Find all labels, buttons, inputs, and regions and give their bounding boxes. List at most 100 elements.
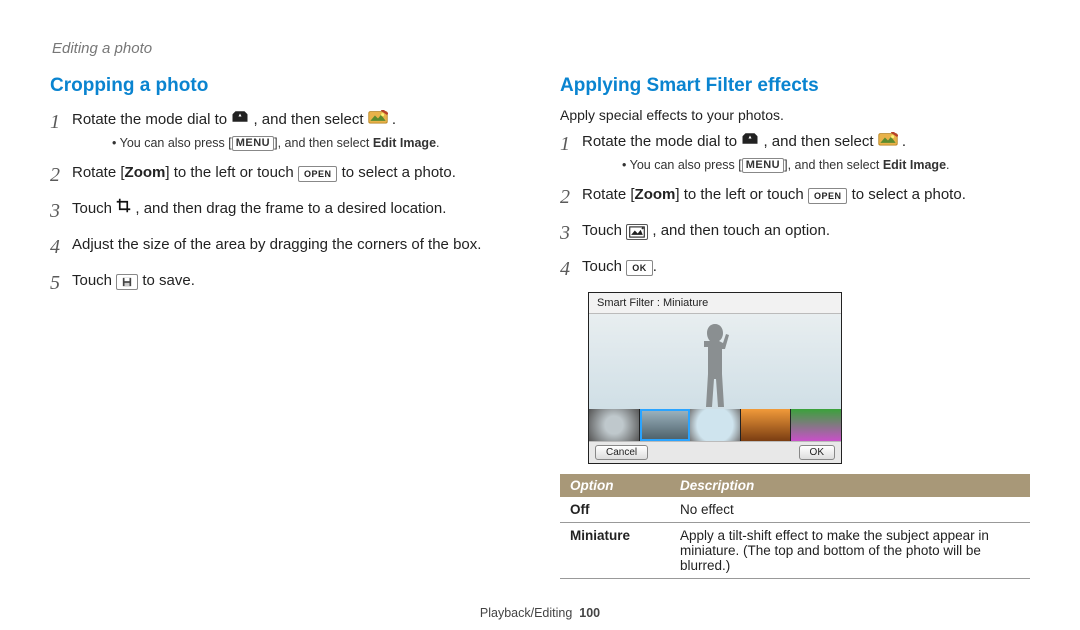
text: Rotate the mode dial to: [582, 133, 741, 150]
section-subtitle: Apply special effects to your photos.: [560, 107, 1030, 123]
step-4: 4 Adjust the size of the area by draggin…: [50, 232, 520, 262]
text: .: [902, 133, 906, 150]
footer-section: Playback/Editing: [480, 606, 572, 620]
breadcrumb: Editing a photo: [50, 40, 1030, 57]
text: You can also press [: [120, 136, 232, 150]
svg-text:✦: ✦: [641, 226, 645, 232]
opt-name: Off: [560, 497, 670, 523]
step-4: 4 Touch OK.: [560, 254, 1030, 284]
filter-thumb-selected[interactable]: [640, 409, 691, 441]
page-footer: Playback/Editing 100: [50, 590, 1030, 620]
step-number: 3: [560, 218, 582, 248]
edit-image-icon: [368, 109, 388, 132]
text: .: [392, 111, 396, 128]
step-number: 4: [560, 254, 582, 284]
th-option: Option: [560, 474, 670, 497]
content-columns: Cropping a photo 1 Rotate the mode dial …: [50, 75, 1030, 590]
text: to select a photo.: [337, 164, 455, 181]
text: , and then touch an option.: [652, 222, 830, 239]
text: Touch: [72, 201, 116, 218]
step-text: Touch to save.: [72, 268, 520, 293]
menu-button-badge: MENU: [742, 158, 784, 173]
step-3: 3 Touch ✦ , and then touch an option.: [560, 218, 1030, 248]
preview-buttons: Cancel OK: [589, 441, 841, 463]
text: Touch: [582, 222, 626, 239]
section-title-filters: Applying Smart Filter effects: [560, 75, 1030, 97]
step-text: Touch ✦ , and then touch an option.: [582, 218, 1030, 243]
right-column: Applying Smart Filter effects Apply spec…: [560, 75, 1030, 590]
bold-text: Zoom: [125, 164, 166, 181]
text: , and then select: [763, 133, 877, 150]
edit-image-icon: [878, 131, 898, 154]
step-text: Touch OK.: [582, 254, 1030, 279]
cancel-button[interactable]: Cancel: [595, 445, 648, 460]
th-description: Description: [670, 474, 1030, 497]
note-line: You can also press [MENU], and then sele…: [112, 134, 520, 153]
bold-text: Zoom: [635, 186, 676, 203]
step-text: Rotate the mode dial to , and then selec…: [72, 107, 520, 154]
filter-thumb[interactable]: [589, 409, 640, 441]
step-number: 1: [50, 107, 72, 137]
note-line: You can also press [MENU], and then sele…: [622, 156, 1030, 175]
step-text: Rotate [Zoom] to the left or touch OPEN …: [582, 182, 1030, 207]
table-row: Off No effect: [560, 497, 1030, 523]
cropping-steps: 1 Rotate the mode dial to , and then sel…: [50, 107, 520, 298]
text: to save.: [142, 272, 195, 289]
text: ] to the left or touch: [165, 164, 298, 181]
mode-dial-icon: [231, 109, 249, 132]
ok-button-badge: OK: [626, 260, 653, 276]
options-table: Option Description Off No effect Miniatu…: [560, 474, 1030, 579]
opt-name: Miniature: [560, 523, 670, 579]
filter-thumb[interactable]: [791, 409, 841, 441]
open-button-badge: OPEN: [808, 188, 848, 204]
step-3: 3 Touch , and then drag the frame to a d…: [50, 196, 520, 226]
text: ], and then select: [274, 136, 373, 150]
text: Touch: [72, 272, 116, 289]
text: .: [653, 258, 657, 275]
step-number: 5: [50, 268, 72, 298]
step-text: Adjust the size of the area by dragging …: [72, 232, 520, 257]
preview-title: Smart Filter : Miniature: [589, 293, 841, 314]
menu-button-badge: MENU: [232, 136, 274, 151]
text: .: [946, 158, 949, 172]
step-text: Rotate [Zoom] to the left or touch OPEN …: [72, 160, 520, 185]
mode-dial-icon: [741, 131, 759, 154]
step-number: 1: [560, 129, 582, 159]
crop-icon: [116, 198, 131, 221]
table-row: Miniature Apply a tilt-shift effect to m…: [560, 523, 1030, 579]
text: to select a photo.: [847, 186, 965, 203]
opt-desc: Apply a tilt-shift effect to make the su…: [670, 523, 1030, 579]
step-1: 1 Rotate the mode dial to , and then sel…: [50, 107, 520, 154]
filter-preview: Smart Filter : Miniature Cancel OK: [588, 292, 842, 464]
step-1: 1 Rotate the mode dial to , and then sel…: [560, 129, 1030, 176]
step-number: 2: [50, 160, 72, 190]
step-5: 5 Touch to save.: [50, 268, 520, 298]
ok-button[interactable]: OK: [799, 445, 835, 460]
opt-desc: No effect: [670, 497, 1030, 523]
step-number: 2: [560, 182, 582, 212]
step-number: 4: [50, 232, 72, 262]
text: ] to the left or touch: [675, 186, 808, 203]
text: ], and then select: [784, 158, 883, 172]
bold-text: Edit Image: [373, 136, 436, 150]
text: Rotate [: [582, 186, 635, 203]
step-number: 3: [50, 196, 72, 226]
text: Touch: [582, 258, 626, 275]
step-text: Rotate the mode dial to , and then selec…: [582, 129, 1030, 176]
preview-photo: [589, 314, 841, 409]
step-2: 2 Rotate [Zoom] to the left or touch OPE…: [50, 160, 520, 190]
step-2: 2 Rotate [Zoom] to the left or touch OPE…: [560, 182, 1030, 212]
filter-thumb[interactable]: [690, 409, 741, 441]
smart-filter-icon: ✦: [626, 224, 648, 240]
filter-steps: 1 Rotate the mode dial to , and then sel…: [560, 129, 1030, 284]
bold-text: Edit Image: [883, 158, 946, 172]
text: Rotate the mode dial to: [72, 111, 231, 128]
save-icon-badge: [116, 274, 138, 290]
filter-thumb[interactable]: [741, 409, 792, 441]
text: .: [436, 136, 439, 150]
open-button-badge: OPEN: [298, 166, 338, 182]
thumb-row: [589, 409, 841, 441]
table-header-row: Option Description: [560, 474, 1030, 497]
section-title-cropping: Cropping a photo: [50, 75, 520, 97]
step-text: Touch , and then drag the frame to a des…: [72, 196, 520, 221]
